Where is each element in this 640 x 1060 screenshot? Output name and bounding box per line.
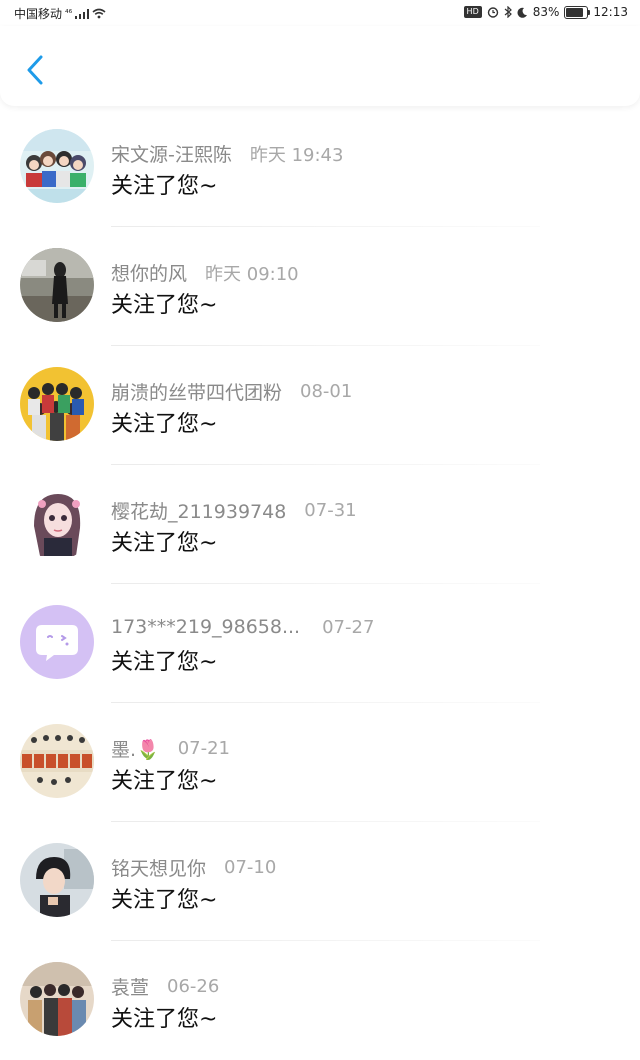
user-name[interactable]: 崩溃的丝带四代团粉 bbox=[111, 378, 282, 405]
user-name[interactable]: 宋文源-汪熙陈 bbox=[111, 140, 232, 167]
avatar[interactable] bbox=[20, 962, 94, 1036]
wifi-icon bbox=[92, 8, 106, 19]
avatar[interactable] bbox=[20, 843, 94, 917]
chevron-left-icon bbox=[27, 55, 43, 85]
name-line: 樱花劫_211939748 07-31 bbox=[111, 497, 357, 524]
timestamp: 07-31 bbox=[304, 500, 357, 521]
alarm-icon bbox=[487, 6, 499, 18]
user-name[interactable]: 袁萱 bbox=[111, 973, 149, 1000]
name-line: 崩溃的丝带四代团粉 08-01 bbox=[111, 378, 352, 405]
moon-icon bbox=[517, 7, 528, 18]
name-line: 173***219_98658... 07-27 bbox=[111, 616, 374, 638]
bluetooth-icon bbox=[504, 6, 512, 18]
list-item[interactable]: 铭天想见你 07-10 关注了您~ bbox=[0, 822, 640, 941]
action-text: 关注了您~ bbox=[111, 293, 218, 318]
user-name[interactable]: 173***219_98658... bbox=[111, 616, 300, 638]
action-text: 关注了您~ bbox=[111, 769, 218, 794]
timestamp: 07-21 bbox=[177, 738, 231, 759]
user-name[interactable]: 樱花劫_211939748 bbox=[111, 497, 286, 524]
timestamp: 06-26 bbox=[167, 976, 220, 997]
list-item[interactable]: 崩溃的丝带四代团粉 08-01 关注了您~ bbox=[0, 346, 640, 465]
battery-icon bbox=[564, 5, 591, 19]
avatar[interactable] bbox=[20, 724, 94, 798]
action-text: 关注了您~ bbox=[111, 650, 218, 675]
status-right: HD 83% 12:13 bbox=[463, 5, 628, 19]
battery-percent: 83% bbox=[532, 5, 560, 19]
status-bar: 中国移动 ⁴⁶ HD 83% 12:13 bbox=[0, 0, 640, 26]
signal-icon bbox=[75, 8, 90, 19]
top-navigation-bar bbox=[0, 26, 640, 106]
hd-badge: HD bbox=[463, 6, 482, 18]
carrier-label: 中国移动 bbox=[14, 7, 63, 21]
name-line: 墨.🌷 07-21 bbox=[111, 735, 230, 762]
network-type: ⁴⁶ bbox=[65, 8, 73, 19]
name-line: 宋文源-汪熙陈 昨天 19:43 bbox=[111, 140, 343, 167]
follower-notification-list: 宋文源-汪熙陈 昨天 19:43 关注了您~ 想你的风 昨天 09:10 关注了… bbox=[0, 108, 640, 1060]
list-item[interactable]: 墨.🌷 07-21 关注了您~ bbox=[0, 703, 640, 822]
battery-level bbox=[566, 7, 583, 17]
timestamp: 07-27 bbox=[322, 616, 375, 638]
list-item[interactable]: 宋文源-汪熙陈 昨天 19:43 关注了您~ bbox=[0, 108, 640, 227]
list-item[interactable]: 173***219_98658... 07-27 关注了您~ bbox=[0, 584, 640, 703]
timestamp: 07-10 bbox=[224, 857, 277, 878]
list-item[interactable]: 想你的风 昨天 09:10 关注了您~ bbox=[0, 227, 640, 346]
action-text: 关注了您~ bbox=[111, 531, 218, 556]
name-line: 铭天想见你 07-10 bbox=[111, 854, 276, 881]
timestamp: 昨天 09:10 bbox=[205, 263, 299, 285]
action-text: 关注了您~ bbox=[111, 412, 218, 437]
list-item[interactable]: 袁萱 06-26 关注了您~ bbox=[0, 941, 640, 1060]
timestamp: 昨天 19:43 bbox=[249, 144, 344, 166]
timestamp: 08-01 bbox=[300, 381, 353, 402]
avatar[interactable] bbox=[20, 605, 94, 679]
user-name[interactable]: 想你的风 bbox=[111, 259, 187, 286]
action-text: 关注了您~ bbox=[111, 174, 218, 199]
user-name[interactable]: 铭天想见你 bbox=[111, 854, 206, 881]
avatar[interactable] bbox=[20, 248, 94, 322]
default-chat-avatar-icon bbox=[20, 605, 94, 679]
action-text: 关注了您~ bbox=[111, 888, 218, 913]
user-name[interactable]: 墨.🌷 bbox=[111, 735, 160, 762]
back-button[interactable] bbox=[20, 52, 50, 88]
avatar[interactable] bbox=[20, 486, 94, 560]
avatar[interactable] bbox=[20, 367, 94, 441]
avatar[interactable] bbox=[20, 129, 94, 203]
action-text: 关注了您~ bbox=[111, 1007, 218, 1032]
status-left: 中国移动 ⁴⁶ bbox=[14, 5, 106, 22]
list-item[interactable]: 樱花劫_211939748 07-31 关注了您~ bbox=[0, 465, 640, 584]
clock: 12:13 bbox=[593, 5, 628, 19]
name-line: 想你的风 昨天 09:10 bbox=[111, 259, 299, 286]
name-line: 袁萱 06-26 bbox=[111, 973, 219, 1000]
